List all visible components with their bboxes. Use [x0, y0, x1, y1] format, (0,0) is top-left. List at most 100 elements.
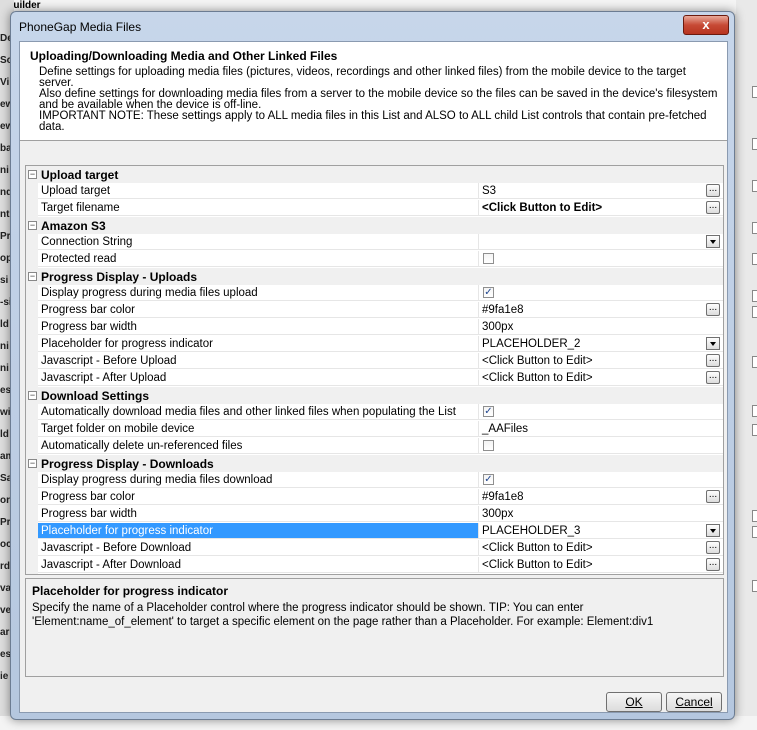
dropdown-arrow-icon[interactable] [706, 235, 720, 248]
property-row[interactable]: Automatically delete un-referenced files [26, 438, 723, 455]
property-value[interactable] [479, 234, 723, 250]
ellipsis-button[interactable]: ... [706, 201, 720, 214]
property-value[interactable]: <Click Button to Edit> [479, 200, 723, 216]
property-name[interactable]: Automatically download media files and o… [38, 404, 479, 420]
property-value[interactable]: PLACEHOLDER_3 [479, 523, 723, 539]
property-row[interactable]: Display progress during media files uplo… [26, 285, 723, 302]
property-row[interactable]: Placeholder for progress indicator PLACEH… [26, 523, 723, 540]
property-name[interactable]: Progress bar width [38, 319, 479, 335]
category-label: Progress Display - Uploads [41, 270, 198, 284]
property-name[interactable]: Javascript - After Download [38, 557, 479, 573]
property-value[interactable]: #9fa1e8 [479, 489, 723, 505]
property-name[interactable]: Placeholder for progress indicator [38, 523, 479, 539]
property-value[interactable]: 300px [479, 319, 723, 335]
ellipsis-button[interactable]: ... [706, 490, 720, 503]
property-value[interactable] [479, 472, 723, 488]
property-name[interactable]: Progress bar color [38, 489, 479, 505]
property-name[interactable]: Display progress during media files uplo… [38, 285, 479, 301]
category-row[interactable]: − Upload target [26, 166, 723, 183]
row-gutter [26, 523, 38, 540]
property-row[interactable]: Progress bar width 300px [26, 319, 723, 336]
property-row[interactable]: Progress bar color #9fa1e8... [26, 489, 723, 506]
property-row[interactable]: Javascript - Before Upload <Click Button … [26, 353, 723, 370]
property-row[interactable]: Javascript - After Upload <Click Button t… [26, 370, 723, 387]
ellipsis-button[interactable]: ... [706, 541, 720, 554]
checkbox-unchecked[interactable] [483, 440, 494, 451]
property-row[interactable]: Target filename <Click Button to Edit>... [26, 200, 723, 217]
ellipsis-button[interactable]: ... [706, 184, 720, 197]
checkbox-checked[interactable]: ✓ [483, 406, 494, 417]
property-name[interactable]: Javascript - Before Upload [38, 353, 479, 369]
property-row[interactable]: Placeholder for progress indicator PLACEH… [26, 336, 723, 353]
property-row[interactable]: Javascript - Before Download <Click Butto… [26, 540, 723, 557]
ok-button[interactable]: OK [606, 692, 662, 712]
property-name[interactable]: Target filename [38, 200, 479, 216]
row-gutter [26, 557, 38, 574]
close-button[interactable]: x [683, 15, 729, 35]
ellipsis-button[interactable]: ... [706, 558, 720, 571]
row-gutter [26, 319, 38, 336]
property-row[interactable]: Javascript - After Download <Click Button… [26, 557, 723, 574]
header-title: Uploading/Downloading Media and Other Li… [30, 49, 338, 63]
property-value[interactable] [479, 404, 723, 420]
collapse-icon[interactable]: − [28, 391, 37, 400]
property-name[interactable]: Javascript - After Upload [38, 370, 479, 386]
checkbox-unchecked[interactable] [483, 253, 494, 264]
property-value[interactable]: <Click Button to Edit> [479, 353, 723, 369]
row-gutter [26, 183, 38, 200]
property-value[interactable] [479, 251, 723, 267]
property-row[interactable]: Automatically download media files and o… [26, 404, 723, 421]
property-name[interactable]: Connection String [38, 234, 479, 250]
property-row[interactable]: Target folder on mobile device _AAFiles [26, 421, 723, 438]
property-row[interactable]: Progress bar width 300px [26, 506, 723, 523]
property-name[interactable]: Progress bar width [38, 506, 479, 522]
cancel-button[interactable]: Cancel [666, 692, 722, 712]
row-gutter [26, 353, 38, 370]
property-name[interactable]: Automatically delete un-referenced files [38, 438, 479, 454]
checkbox-checked[interactable]: ✓ [483, 287, 494, 298]
property-value[interactable]: S3 [479, 183, 723, 199]
ellipsis-button[interactable]: ... [706, 303, 720, 316]
collapse-icon[interactable]: − [28, 221, 37, 230]
property-name[interactable]: Display progress during media files down… [38, 472, 479, 488]
property-name[interactable]: Progress bar color [38, 302, 479, 318]
row-gutter [26, 200, 38, 217]
help-title: Placeholder for progress indicator [32, 584, 229, 598]
property-row[interactable]: Progress bar color #9fa1e8... [26, 302, 723, 319]
dropdown-arrow-icon[interactable] [706, 524, 720, 537]
background-mini-button [752, 290, 757, 302]
category-row[interactable]: − Amazon S3 [26, 217, 723, 234]
property-name[interactable]: Target folder on mobile device [38, 421, 479, 437]
property-value[interactable]: <Click Button to Edit> [479, 557, 723, 573]
property-name[interactable]: Placeholder for progress indicator [38, 336, 479, 352]
property-row[interactable]: Upload target S3... [26, 183, 723, 200]
background-mini-button [752, 424, 757, 436]
property-name[interactable]: Upload target [38, 183, 479, 199]
category-row[interactable]: − Download Settings [26, 387, 723, 404]
property-value[interactable]: <Click Button to Edit> [479, 540, 723, 556]
property-value[interactable]: _AAFiles [479, 421, 723, 437]
help-text: Specify the name of a Placeholder contro… [32, 602, 654, 628]
property-row[interactable]: Connection String [26, 234, 723, 251]
property-name[interactable]: Protected read [38, 251, 479, 267]
ellipsis-button[interactable]: ... [706, 371, 720, 384]
property-value[interactable]: <Click Button to Edit> [479, 370, 723, 386]
property-value[interactable] [479, 285, 723, 301]
property-row[interactable]: Protected read [26, 251, 723, 268]
property-value[interactable]: 300px [479, 506, 723, 522]
checkbox-checked[interactable]: ✓ [483, 474, 494, 485]
property-value[interactable] [479, 438, 723, 454]
row-gutter [26, 540, 38, 557]
property-name[interactable]: Javascript - Before Download [38, 540, 479, 556]
category-row[interactable]: − Progress Display - Downloads [26, 455, 723, 472]
property-value[interactable]: PLACEHOLDER_2 [479, 336, 723, 352]
collapse-icon[interactable]: − [28, 459, 37, 468]
dialog-titlebar[interactable]: PhoneGap Media Files x [11, 12, 734, 40]
ellipsis-button[interactable]: ... [706, 354, 720, 367]
dropdown-arrow-icon[interactable] [706, 337, 720, 350]
property-row[interactable]: Display progress during media files down… [26, 472, 723, 489]
collapse-icon[interactable]: − [28, 272, 37, 281]
category-row[interactable]: − Progress Display - Uploads [26, 268, 723, 285]
property-value[interactable]: #9fa1e8 [479, 302, 723, 318]
collapse-icon[interactable]: − [28, 170, 37, 179]
